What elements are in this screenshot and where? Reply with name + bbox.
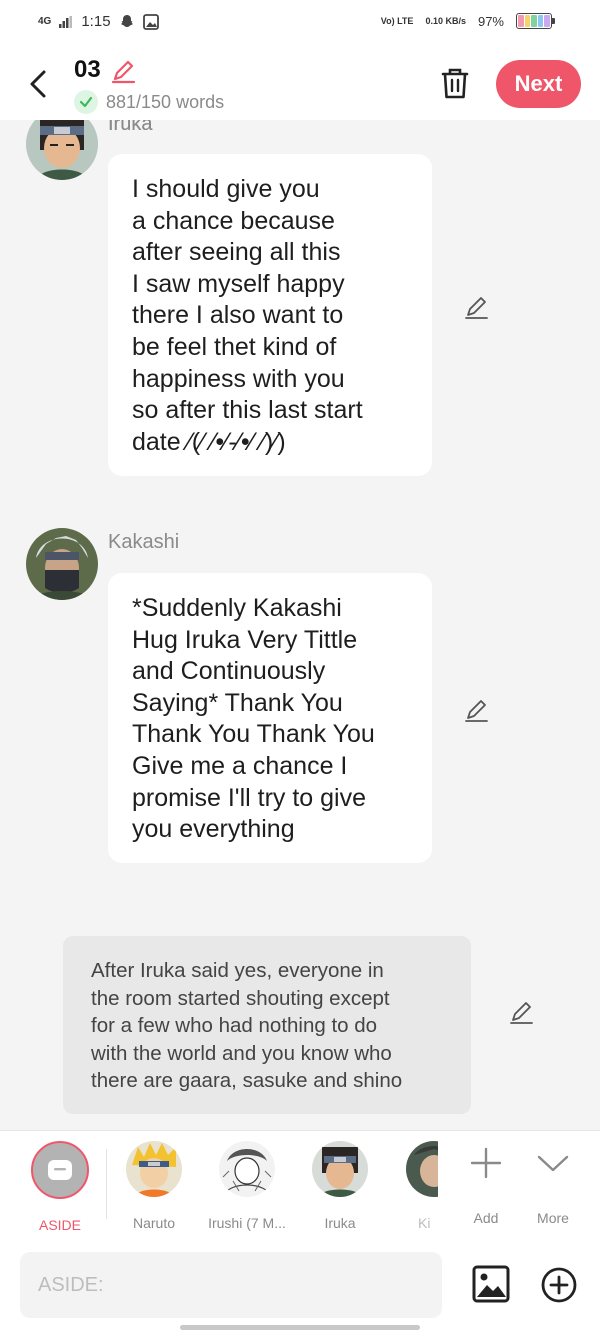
aside-text-input[interactable] (20, 1252, 442, 1318)
aside-circle (31, 1141, 89, 1199)
message-line: Give me a chance I (132, 751, 348, 780)
word-count: 881/150 words (74, 90, 224, 114)
check-icon (74, 90, 98, 114)
naruto-avatar (126, 1141, 182, 1197)
edit-aside-icon[interactable] (508, 999, 534, 1025)
scroll-edge: Iruka (0, 120, 600, 134)
word-count-text: 881/150 words (106, 91, 225, 112)
aside-icon (48, 1160, 72, 1180)
character-label: Ki (418, 1215, 431, 1231)
message-line: a chance because (132, 206, 335, 235)
character-label: Naruto (132, 1215, 176, 1231)
volte-indicator: Vo) LTE (380, 15, 414, 26)
sender-name-clipped: Iruka (108, 120, 153, 134)
message-line: date ⁄(⁄ ⁄•⁄-⁄•⁄ ⁄)⁄) (132, 427, 286, 456)
gallery-notification-icon (142, 13, 159, 30)
iruka-avatar (312, 1141, 368, 1197)
add-circle-icon[interactable] (540, 1266, 578, 1304)
message-line: there I also want to (132, 301, 344, 330)
message-line: and Continuously (132, 657, 326, 686)
message-line: Saying* Thank You (132, 688, 343, 717)
character-label: ASIDE (38, 1217, 81, 1233)
home-indicator (180, 1325, 420, 1330)
character-partial[interactable]: Ki (402, 1141, 438, 1237)
message-line: after seeing all this (132, 238, 341, 267)
message-line: Hug Iruka Very Tittle (132, 625, 358, 654)
message-line: *Suddenly Kakashi (132, 594, 342, 622)
aside-line: After Iruka said yes, everyone in (91, 959, 384, 982)
status-bar: 4G 1:15 Vo) LTE 0.10 KB/s 97% (0, 0, 600, 48)
chapter-number[interactable]: 03 (74, 56, 101, 84)
irushi-avatar (219, 1141, 275, 1197)
chevron-down-icon (537, 1155, 569, 1172)
aside-line: the room started shouting except (91, 986, 390, 1010)
plus-icon (470, 1147, 502, 1179)
character-label: Irushi (7 M... (208, 1215, 286, 1231)
aside-line: with the world and you know who (91, 1041, 392, 1065)
message-line: happiness with you (132, 364, 345, 393)
character-irushi[interactable]: Irushi (7 M... (201, 1141, 293, 1231)
image-icon[interactable] (471, 1264, 511, 1304)
message-line: I saw myself happy (132, 269, 345, 298)
character-iruka[interactable]: Iruka (294, 1141, 386, 1231)
edit-title-icon[interactable] (110, 58, 136, 84)
partial-avatar (406, 1141, 438, 1197)
message-line: I should give you (132, 175, 320, 203)
clock: 1:15 (81, 13, 111, 30)
message-line: promise I'll try to give (132, 783, 367, 812)
edit-message-icon[interactable] (463, 697, 489, 723)
aside-bubble[interactable]: After Iruka said yes, everyone in the ro… (63, 936, 471, 1114)
avatar-kakashi[interactable] (26, 528, 98, 600)
message-line: so after this last start (132, 396, 363, 425)
battery-percent: 97% (477, 13, 504, 29)
next-button[interactable]: Next (496, 60, 581, 108)
edit-message-icon[interactable] (463, 294, 489, 320)
trash-icon[interactable] (440, 66, 470, 100)
character-bar: ASIDE Naruto Irushi (7 M... Iruka Ki Add… (0, 1130, 600, 1239)
composer (0, 1238, 600, 1333)
character-aside[interactable]: ASIDE (14, 1141, 106, 1233)
character-naruto[interactable]: Naruto (108, 1141, 200, 1231)
network-indicator: 4G (38, 15, 52, 27)
divider (106, 1149, 107, 1219)
data-speed: 0.10 KB/s (425, 15, 466, 26)
back-arrow-icon[interactable] (24, 66, 54, 102)
message-line: be feel thet kind of (132, 332, 337, 361)
message-bubble[interactable]: I should give you a chance because after… (108, 154, 432, 476)
sender-name: Kakashi (108, 531, 180, 553)
header-layer: 03 881/150 words Next (0, 48, 600, 120)
character-label: Iruka (324, 1215, 356, 1231)
snapchat-icon (120, 14, 133, 27)
signal-icon (59, 15, 73, 28)
aside-line: there are gaara, sasuke and shino (91, 1069, 403, 1093)
battery-icon (516, 13, 555, 29)
more-button[interactable]: More (507, 1141, 599, 1226)
more-label: More (537, 1210, 569, 1226)
message-line: you everything (132, 815, 295, 844)
aside-line: for a few who had nothing to do (91, 1014, 378, 1038)
message-line: Thank You Thank You (132, 720, 375, 749)
message-bubble[interactable]: *Suddenly Kakashi Hug Iruka Very Tittle … (108, 573, 432, 863)
